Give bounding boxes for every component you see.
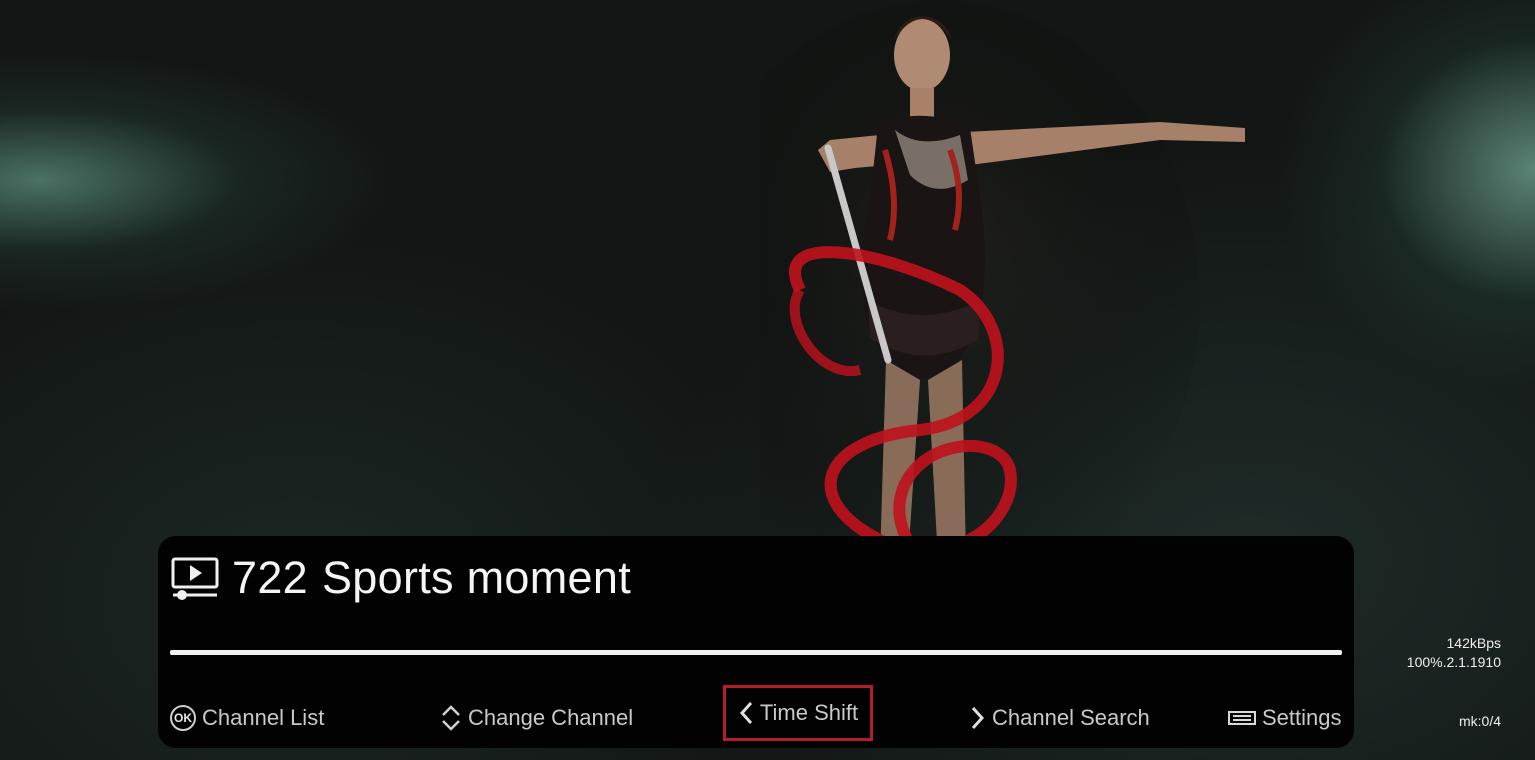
program-progress-bar (170, 650, 1342, 655)
channel-info-panel: 722 Sports moment OK Channel List Change… (158, 536, 1354, 748)
channel-header: 722 Sports moment (170, 550, 631, 606)
change-channel-label: Change Channel (468, 705, 634, 730)
up-down-chevron-icon (440, 703, 462, 733)
program-progress-fill (170, 650, 1342, 655)
channel-list-button[interactable]: OK Channel List (170, 702, 324, 734)
mk-readout: mk:0/4 (1458, 713, 1501, 729)
signal-readout: 100%.2.1.1910 (1406, 654, 1501, 670)
channel-search-label: Channel Search (992, 705, 1150, 730)
channel-search-button[interactable]: Channel Search (970, 702, 1150, 734)
ok-badge: OK (170, 705, 196, 731)
chevron-left-icon (738, 700, 754, 726)
time-shift-button[interactable]: Time Shift (723, 685, 873, 741)
menu-key-icon (1228, 710, 1256, 726)
settings-label: Settings (1262, 705, 1342, 730)
channel-number: 722 (232, 552, 308, 603)
bitrate-readout: 142kBps (1446, 635, 1501, 651)
ok-key-icon: OK (170, 705, 196, 731)
channel-name: Sports moment (321, 552, 631, 603)
channel-list-label: Channel List (202, 705, 325, 730)
settings-button[interactable]: Settings (1228, 702, 1342, 734)
tv-play-icon (171, 557, 219, 600)
time-shift-label: Time Shift (759, 700, 859, 725)
chevron-right-icon (970, 705, 986, 731)
change-channel-button[interactable]: Change Channel (440, 702, 633, 734)
